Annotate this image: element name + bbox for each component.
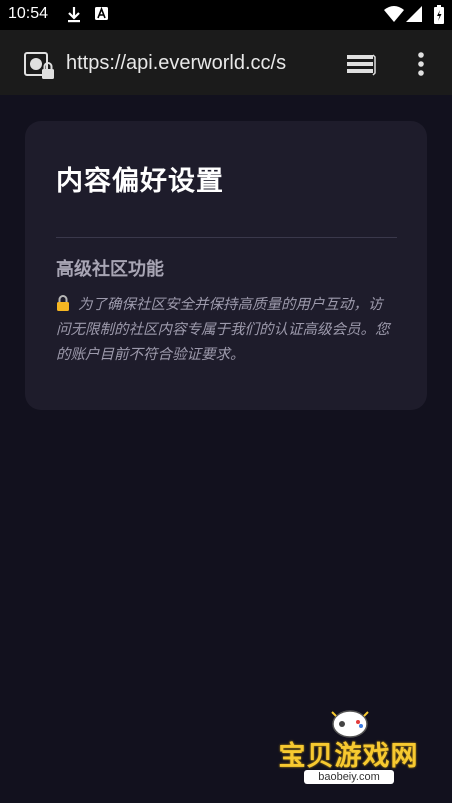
a-badge-icon xyxy=(95,6,108,20)
wifi-icon xyxy=(384,6,404,22)
section-title: 高级社区功能 xyxy=(56,259,164,280)
status-bar: 10:54 xyxy=(0,0,452,30)
page-content: 内容偏好设置 高级社区功能 为了确保社区安全并保持高质量的用户互动，访问无限制的… xyxy=(0,95,452,803)
lock-icon xyxy=(57,295,69,311)
browser-address-bar: https://api.everworld.cc/s xyxy=(0,30,452,96)
status-time: 10:54 xyxy=(8,5,49,22)
preferences-card: 内容偏好设置 高级社区功能 为了确保社区安全并保持高质量的用户互动，访问无限制的… xyxy=(25,121,427,410)
watermark-logo: 宝贝游戏网 baobeiy.com xyxy=(276,706,421,796)
watermark-brand: 宝贝游戏网 xyxy=(278,741,419,772)
page-title: 内容偏好设置 xyxy=(56,166,224,197)
url-field[interactable]: https://api.everworld.cc/s xyxy=(66,50,326,76)
signal-icon xyxy=(406,6,422,22)
divider xyxy=(56,237,397,238)
site-security-icon[interactable] xyxy=(24,52,56,82)
tabs-icon[interactable] xyxy=(346,53,376,77)
access-restriction-message: 为了确保社区安全并保持高质量的用户互动，访问无限制的社区内容专属于我们的认证高级… xyxy=(56,293,396,368)
watermark-site: baobeiy.com xyxy=(304,770,394,784)
description-text: 为了确保社区安全并保持高质量的用户互动，访问无限制的社区内容专属于我们的认证高级… xyxy=(56,297,390,363)
more-menu-icon[interactable] xyxy=(416,50,426,78)
battery-icon xyxy=(434,5,444,24)
download-icon xyxy=(68,7,80,23)
